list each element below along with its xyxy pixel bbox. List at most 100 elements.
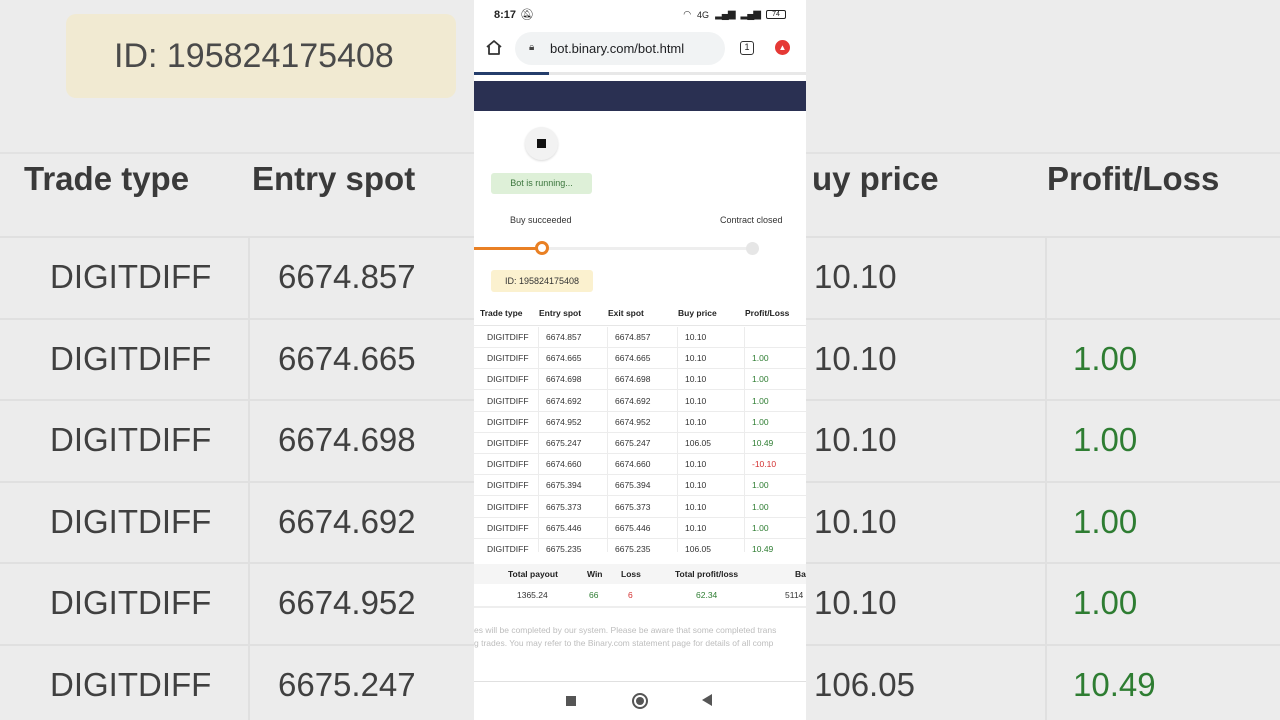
cell-trade-type: DIGITDIFF xyxy=(487,374,529,385)
cell-trade-type: DIGITDIFF xyxy=(487,438,529,448)
background-cell-trade-type: DIGITDIFF xyxy=(50,665,212,703)
cell-buy-price: 10.10 xyxy=(685,374,707,385)
cell-buy-price: 10.10 xyxy=(685,480,707,491)
cell-profit-loss: 1.00 xyxy=(752,501,769,512)
contract-progress-fill xyxy=(474,247,540,250)
header-entry-spot: Entry spot xyxy=(539,308,582,318)
background-cell-trade-type: DIGITDIFF xyxy=(50,421,212,458)
cell-buy-price: 10.10 xyxy=(685,416,707,427)
background-cell-trade-type: DIGITDIFF xyxy=(50,339,212,377)
header-buy-price: Buy price xyxy=(678,308,717,318)
cell-buy-price: 10.10 xyxy=(685,522,707,533)
summary-header-win: Win xyxy=(587,569,603,579)
background-cell-trade-type: DIGITDIFF xyxy=(50,502,212,540)
contract-id-badge: ID: 195824175408 xyxy=(491,270,593,292)
background-header-buy-price: uy price xyxy=(812,160,939,197)
recent-apps-icon[interactable] xyxy=(566,696,576,706)
signal-icon: ▂▄▆ xyxy=(715,9,735,20)
cell-exit-spot: 6675.247 xyxy=(615,438,651,448)
summary-total-payout: 1365.24 xyxy=(517,590,548,600)
summary-table: Total payout Win Loss Total profit/loss … xyxy=(474,564,806,608)
background-cell-trade-type: DIGITDIFF xyxy=(50,584,212,621)
cell-entry-spot: 6675.373 xyxy=(546,501,582,512)
background-contract-id: ID: 195824175408 xyxy=(66,14,456,98)
stop-bot-button[interactable] xyxy=(525,127,558,160)
summary-loss-count: 6 xyxy=(628,590,633,600)
page-load-bar xyxy=(474,72,806,75)
summary-header-loss: Loss xyxy=(621,569,641,579)
cell-exit-spot: 6674.660 xyxy=(615,459,651,470)
status-icons: ◠ 4G ▂▄▆ ▂▄▆ 74 xyxy=(683,9,786,20)
cell-exit-spot: 6674.857 xyxy=(615,332,651,342)
header-exit-spot: Exit spot xyxy=(608,308,644,318)
contract-progress-track xyxy=(474,247,758,250)
cell-profit-loss: 1.00 xyxy=(752,480,769,491)
cell-trade-type: DIGITDIFF xyxy=(487,544,529,552)
cell-exit-spot: 6674.692 xyxy=(615,395,651,406)
summary-header-total-profit: Total profit/loss xyxy=(675,569,739,579)
browser-toolbar: 🔒︎ bot.binary.com/bot.html 1 ▲ xyxy=(474,30,806,68)
background-header-trade-type: Trade type xyxy=(24,160,190,197)
step-buy-label: Buy succeeded xyxy=(510,215,572,225)
cell-buy-price: 10.10 xyxy=(685,395,707,406)
summary-win-count: 66 xyxy=(589,590,599,600)
trades-table[interactable]: Trade type Entry spot Exit spot Buy pric… xyxy=(474,302,806,552)
column-divider xyxy=(538,327,539,552)
background-header-entry-spot: Entry spot xyxy=(252,160,416,197)
home-button-icon[interactable] xyxy=(632,693,648,709)
table-row: DIGITDIFF 6674.665 6674.665 10.10 1.00 xyxy=(474,348,806,370)
column-divider xyxy=(607,327,608,552)
cell-profit-loss: 1.00 xyxy=(752,374,769,385)
column-divider xyxy=(744,327,745,552)
background-divider xyxy=(1045,236,1047,720)
cell-entry-spot: 6674.857 xyxy=(546,332,582,342)
cell-profit-loss: 10.49 xyxy=(752,544,774,552)
extension-icon[interactable]: ▲ xyxy=(775,40,790,55)
table-header: Trade type Entry spot Exit spot Buy pric… xyxy=(474,302,806,326)
cell-profit-loss: -10.10 xyxy=(752,459,777,470)
address-bar[interactable]: 🔒︎ bot.binary.com/bot.html xyxy=(515,32,725,65)
cell-exit-spot: 6675.446 xyxy=(615,522,651,533)
mute-icon: 🔕︎ xyxy=(520,9,534,21)
network-type: 4G xyxy=(697,9,710,20)
background-cell-buy-price: 10.10 xyxy=(814,421,897,458)
table-row: DIGITDIFF 6675.446 6675.446 10.10 1.00 xyxy=(474,518,806,539)
background-cell-trade-type: DIGITDIFF xyxy=(50,258,212,295)
url-text: bot.binary.com/bot.html xyxy=(550,41,685,56)
cell-entry-spot: 6675.394 xyxy=(546,480,582,491)
background-header-profit-loss: Profit/Loss xyxy=(1047,160,1220,197)
disclaimer-line: es will be completed by our system. Plea… xyxy=(474,625,777,635)
back-icon[interactable] xyxy=(702,694,712,706)
background-cell-entry-spot: 6675.247 xyxy=(278,665,416,703)
cell-profit-loss: 1.00 xyxy=(752,522,769,533)
background-cell-entry-spot: 6674.665 xyxy=(278,339,416,377)
cell-trade-type: DIGITDIFF xyxy=(487,353,529,364)
status-time: 8:17 xyxy=(494,9,517,21)
stop-icon xyxy=(537,139,546,148)
header-trade-type: Trade type xyxy=(480,308,523,318)
cell-profit-loss: 1.00 xyxy=(752,395,769,406)
table-row: DIGITDIFF 6675.373 6675.373 10.10 1.00 xyxy=(474,497,806,518)
header-profit-loss: Profit/Loss xyxy=(745,308,790,318)
summary-balance: 5114 xyxy=(785,590,804,600)
table-row: DIGITDIFF 6675.394 6675.394 10.10 1.00 xyxy=(474,475,806,497)
table-row: DIGITDIFF 6674.857 6674.857 10.10 xyxy=(474,327,806,348)
home-icon[interactable] xyxy=(484,38,504,58)
disclaimer-line: g trades. You may refer to the Binary.co… xyxy=(474,638,774,648)
step-closed-label: Contract closed xyxy=(720,215,783,225)
cell-entry-spot: 6675.247 xyxy=(546,438,582,448)
cell-entry-spot: 6675.235 xyxy=(546,544,582,552)
cell-profit-loss: 1.00 xyxy=(752,353,769,364)
table-row: DIGITDIFF 6675.235 6675.235 106.05 10.49 xyxy=(474,539,806,552)
cell-buy-price: 10.10 xyxy=(685,501,707,512)
table-row: DIGITDIFF 6674.692 6674.692 10.10 1.00 xyxy=(474,391,806,412)
background-cell-profit-loss: 1.00 xyxy=(1073,421,1138,458)
summary-header-total-payout: Total payout xyxy=(508,569,558,579)
status-bar: 8:17 🔕︎ ◠ 4G ▂▄▆ ▂▄▆ 74 xyxy=(474,0,806,30)
background-cell-entry-spot: 6674.857 xyxy=(278,258,416,295)
wifi-icon: ◠ xyxy=(683,9,692,19)
tab-switcher-button[interactable]: 1 xyxy=(740,41,754,55)
summary-header-balance: Ba xyxy=(795,569,806,579)
cell-trade-type: DIGITDIFF xyxy=(487,416,529,427)
cell-trade-type: DIGITDIFF xyxy=(487,501,529,512)
